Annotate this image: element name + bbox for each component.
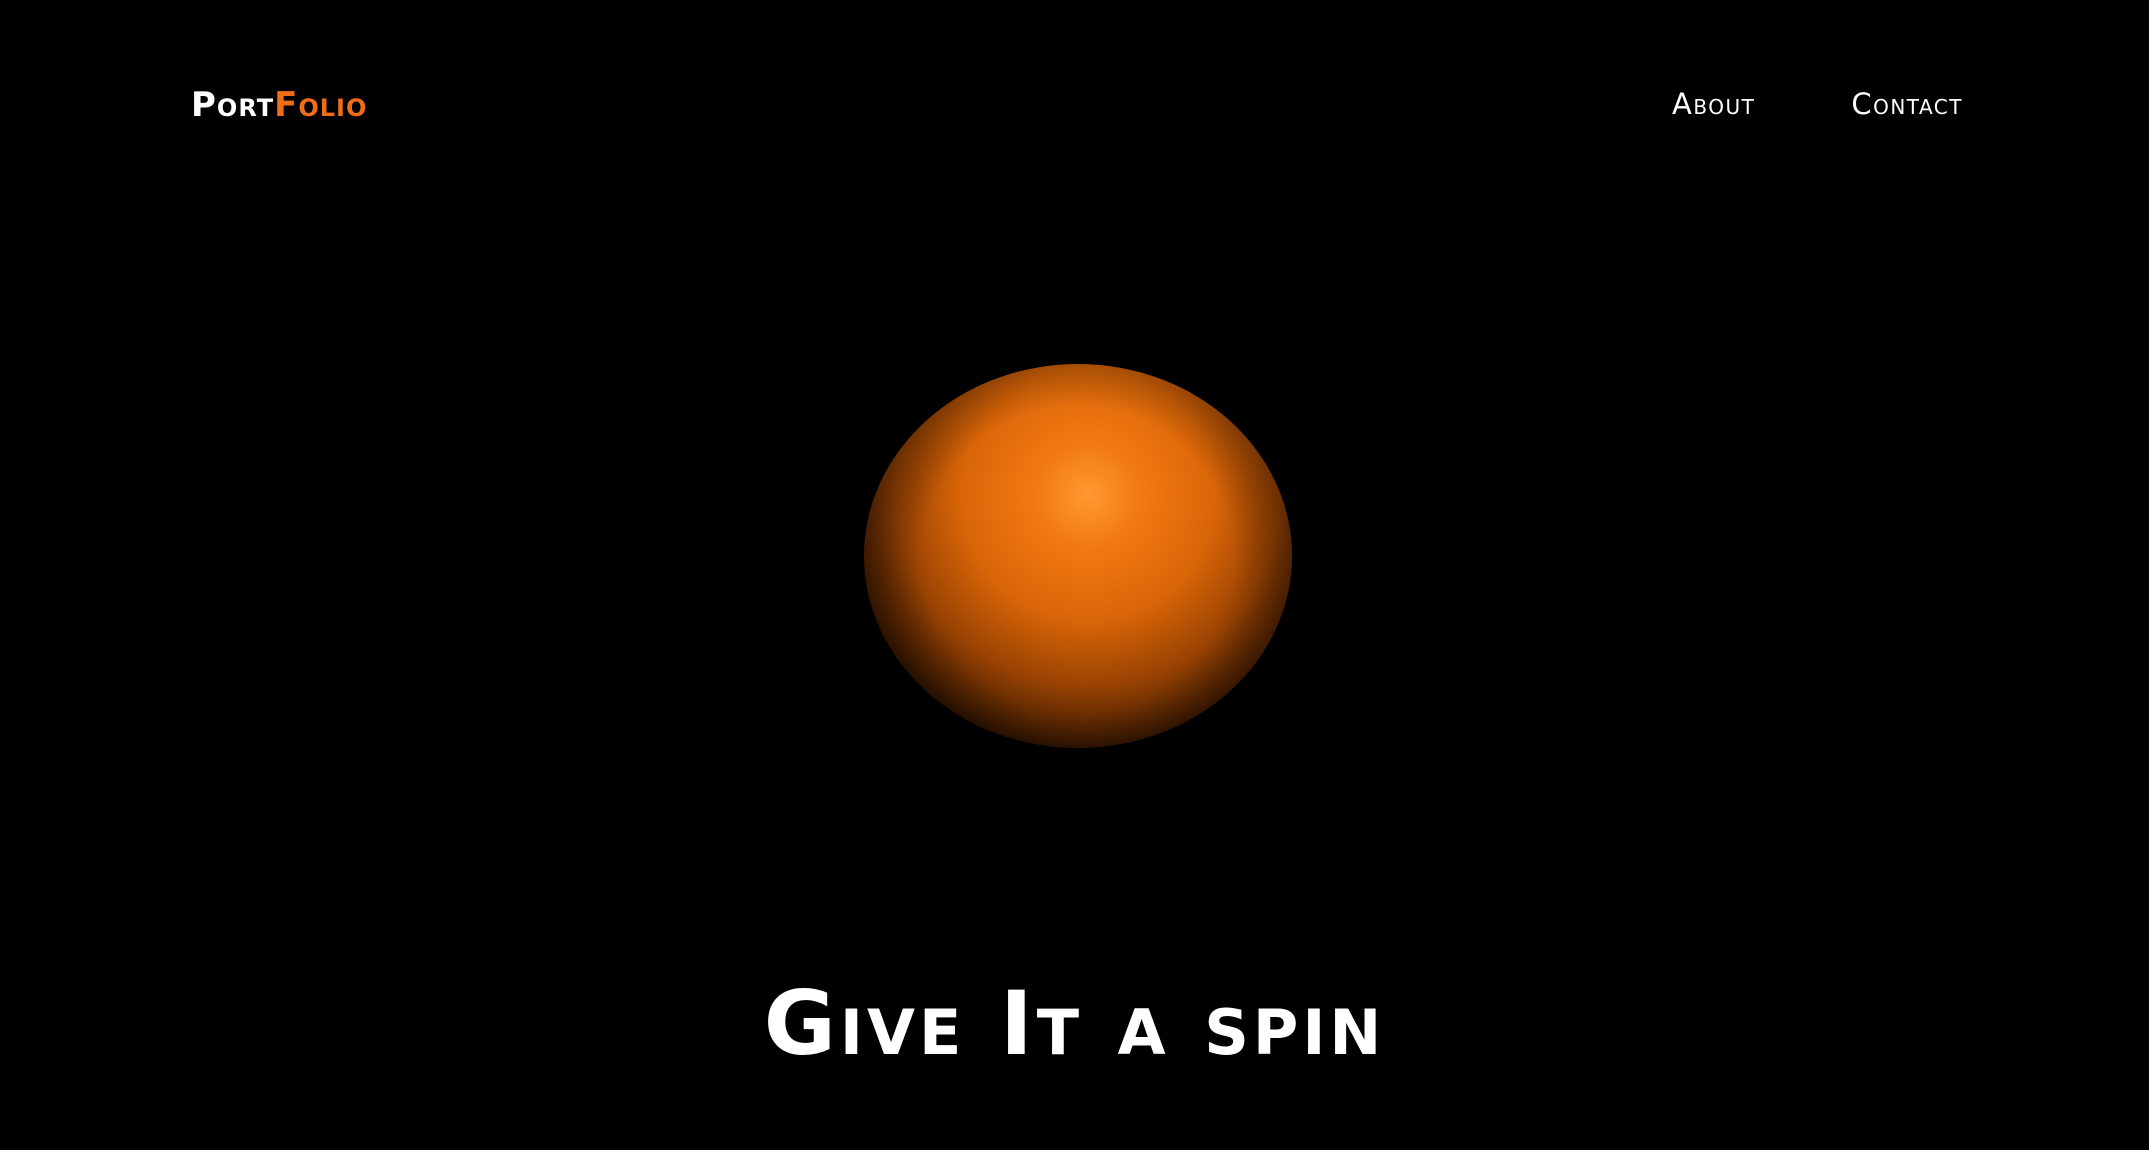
hero-headline: Give It a spin — [763, 971, 1386, 1075]
sphere-shade — [864, 364, 1292, 748]
